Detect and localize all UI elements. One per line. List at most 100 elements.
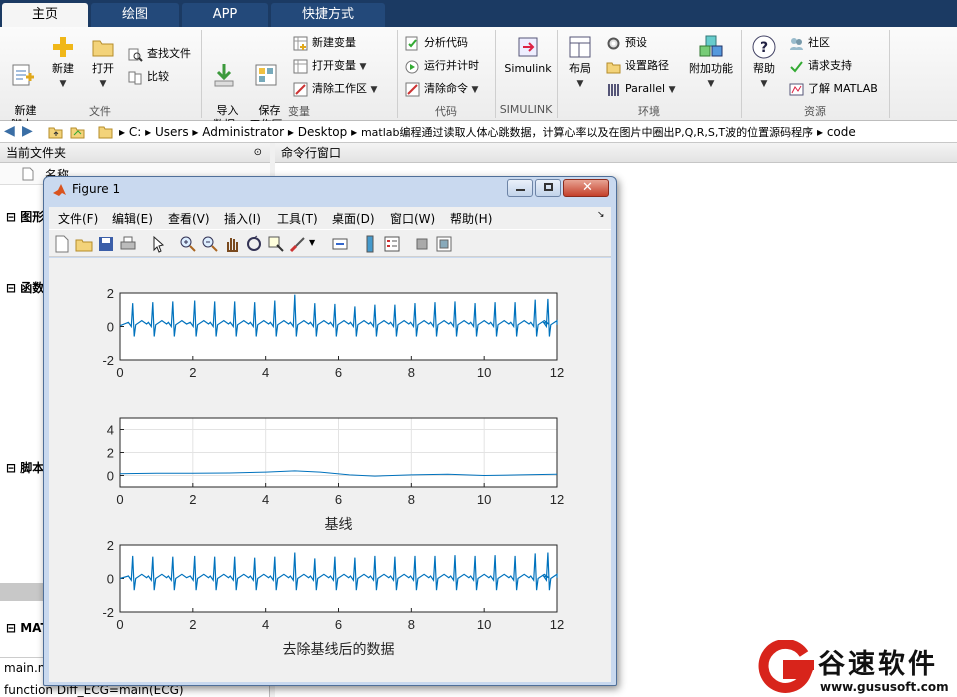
parallel-icon	[608, 83, 619, 96]
compare-button[interactable]: 比较	[128, 68, 169, 86]
help-button[interactable]: ? 帮助 ▼	[746, 34, 782, 91]
new-button[interactable]: 新建 ▼	[45, 34, 81, 91]
tab-apps[interactable]: APP	[182, 3, 268, 27]
breadcrumb-item[interactable]: matlab编程通过读取人体心跳数据，计算心率以及在图片中圈出P,Q,R,S,T…	[361, 126, 813, 139]
close-button[interactable]: ✕	[563, 179, 609, 197]
brush-icon[interactable]	[289, 235, 307, 253]
breadcrumb: ▸ C: ▸ Users ▸ Administrator ▸ Desktop ▸…	[119, 124, 856, 140]
layout-button[interactable]: 布局 ▼	[562, 34, 598, 91]
x-tick-label: 6	[335, 492, 342, 507]
menu-edit[interactable]: 编辑(E)	[112, 210, 153, 227]
section-scripts[interactable]: ⊟ 脚本	[6, 459, 44, 476]
chevron-down-icon: ▼	[471, 85, 479, 95]
new-label: 新建	[52, 62, 74, 75]
menu-insert[interactable]: 插入(I)	[224, 210, 261, 227]
chevron-down-icon: ▼	[668, 85, 676, 95]
zoom-in-icon[interactable]	[179, 235, 197, 253]
link-plot-icon[interactable]	[331, 235, 349, 253]
open-variable-label: 打开变量	[312, 59, 356, 72]
colorbar-icon[interactable]	[361, 235, 379, 253]
new-figure-icon[interactable]	[53, 235, 71, 253]
open-file-icon[interactable]	[75, 235, 93, 253]
breadcrumb-separator-icon: ▸	[816, 125, 823, 139]
breadcrumb-separator-icon: ▸	[119, 125, 126, 139]
x-tick-label: 10	[477, 617, 491, 632]
x-tick-label: 10	[477, 365, 491, 380]
rotate-3d-icon[interactable]	[245, 235, 263, 253]
file-icon	[22, 167, 34, 181]
breadcrumb-item[interactable]: Administrator	[202, 125, 284, 139]
panel-menu-icon[interactable]: ⊙	[254, 143, 262, 163]
analyze-code-button[interactable]: 分析代码	[405, 34, 468, 52]
current-folder-header: 当前文件夹 ⊙	[0, 143, 270, 163]
x-tick-label: 8	[408, 365, 415, 380]
tab-shortcuts[interactable]: 快捷方式	[271, 3, 385, 27]
set-path-button[interactable]: 设置路径	[606, 57, 669, 75]
menu-tools[interactable]: 工具(T)	[277, 210, 318, 227]
find-files-icon	[128, 48, 143, 62]
pan-hand-icon[interactable]	[223, 235, 241, 253]
chevron-down-icon: ▼	[760, 79, 768, 89]
figure-canvas[interactable]: 0 2 4 6 8 10 12 -2 0 2 0 2 4 6 8 10 12 0 2 4 基线 0 2 4 6 8 10 12 -2 0 2…	[49, 258, 611, 682]
addons-button[interactable]: 附加功能 ▼	[688, 34, 734, 91]
breadcrumb-separator-icon: ▸	[192, 125, 199, 139]
layout-icon	[569, 36, 591, 58]
print-icon[interactable]	[119, 235, 137, 253]
community-button[interactable]: 社区	[789, 34, 830, 52]
new-variable-button[interactable]: 新建变量	[293, 34, 356, 52]
legend-icon[interactable]	[383, 235, 401, 253]
parallel-button[interactable]: Parallel ▼	[606, 80, 676, 98]
data-cursor-icon[interactable]	[267, 235, 285, 253]
folder-icon	[98, 126, 113, 139]
hide-plot-tools-icon[interactable]	[413, 235, 431, 253]
run-and-time-button[interactable]: 运行并计时	[405, 57, 479, 75]
show-plot-tools-icon[interactable]	[435, 235, 453, 253]
clear-commands-button[interactable]: 清除命令 ▼	[405, 80, 478, 98]
chevron-down-icon: ▼	[707, 79, 715, 89]
menu-desktop[interactable]: 桌面(D)	[332, 210, 375, 227]
open-variable-button[interactable]: 打开变量 ▼	[293, 57, 366, 75]
chevron-down-icon[interactable]: ▼	[309, 238, 315, 247]
back-arrow-icon[interactable]: ◀	[4, 123, 15, 139]
figure-menubar: 文件(F) 编辑(E) 查看(V) 插入(I) 工具(T) 桌面(D) 窗口(W…	[49, 207, 611, 229]
clear-workspace-button[interactable]: 清除工作区 ▼	[293, 80, 377, 98]
tab-plots[interactable]: 绘图	[91, 3, 179, 27]
breadcrumb-item[interactable]: Users	[155, 125, 189, 139]
tab-home[interactable]: 主页	[2, 3, 88, 27]
save-icon[interactable]	[97, 235, 115, 253]
gear-icon	[607, 37, 620, 49]
pointer-icon[interactable]	[149, 235, 167, 253]
find-files-button[interactable]: 查找文件	[128, 45, 191, 63]
menu-help[interactable]: 帮助(H)	[450, 210, 492, 227]
menu-file[interactable]: 文件(F)	[58, 210, 98, 227]
zoom-out-icon[interactable]	[201, 235, 219, 253]
watermark-logo: 谷速软件 www.gususoft.com	[758, 640, 957, 697]
menu-window[interactable]: 窗口(W)	[390, 210, 435, 227]
learn-matlab-button[interactable]: 了解 MATLAB	[789, 80, 878, 98]
maximize-button[interactable]	[535, 179, 561, 197]
preferences-button[interactable]: 预设	[606, 34, 647, 52]
simulink-button[interactable]: Simulink	[500, 34, 556, 76]
figure-window: Figure 1 ✕ 文件(F) 编辑(E) 查看(V) 插入(I) 工具(T)…	[43, 176, 617, 686]
figure-titlebar[interactable]: Figure 1 ✕	[44, 177, 616, 203]
browse-folder-icon[interactable]	[70, 124, 85, 139]
section-functions[interactable]: ⊟ 函数	[6, 279, 44, 296]
dock-arrow-icon[interactable]: ↘	[597, 210, 605, 220]
preferences-label: 预设	[625, 36, 647, 49]
x-tick-label: 2	[189, 617, 196, 632]
breadcrumb-item[interactable]: Desktop	[298, 125, 348, 139]
breadcrumb-item[interactable]: code	[827, 125, 856, 139]
community-label: 社区	[808, 36, 830, 49]
request-support-button[interactable]: 请求支持	[789, 57, 852, 75]
up-folder-icon[interactable]	[48, 124, 63, 139]
menu-view[interactable]: 查看(V)	[168, 210, 210, 227]
section-label: 函数	[20, 281, 45, 295]
section-figures[interactable]: ⊟ 图形	[6, 208, 44, 225]
open-button[interactable]: 打开 ▼	[85, 34, 121, 91]
breadcrumb-item[interactable]: C:	[129, 125, 141, 139]
y-tick-label: 2	[107, 286, 114, 301]
compare-label: 比较	[147, 70, 169, 83]
compare-icon	[128, 71, 142, 84]
minimize-button[interactable]	[507, 179, 533, 197]
forward-arrow-icon[interactable]: ▶	[22, 123, 33, 139]
